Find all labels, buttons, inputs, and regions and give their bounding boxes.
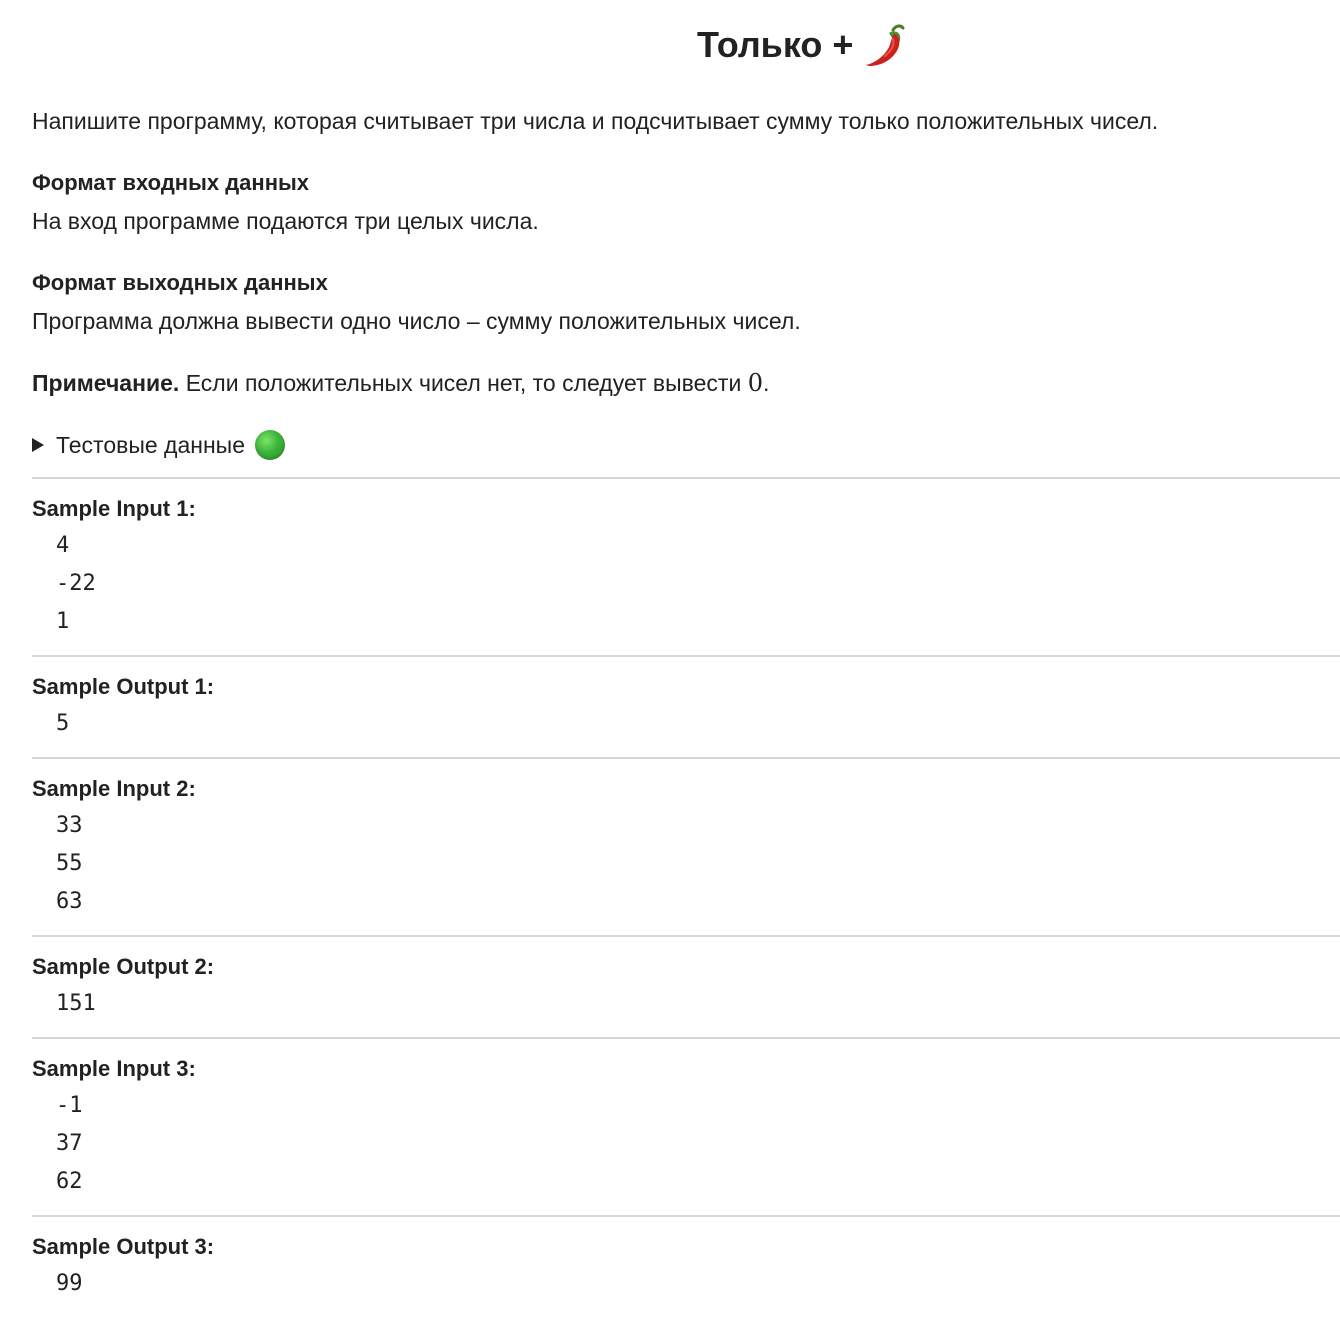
- sample-input-line: 63: [56, 889, 83, 914]
- problem-description: Напишите программу, которая считывает тр…: [32, 108, 1159, 134]
- sample-output-label: Sample Output 3:: [32, 1234, 215, 1259]
- sample-input-line: -1: [56, 1093, 83, 1118]
- sample-input-line: 4: [56, 533, 70, 558]
- green-circle-icon: [255, 430, 285, 460]
- sample-output-line: 99: [56, 1271, 83, 1296]
- divider: [32, 1037, 1340, 1039]
- divider: [32, 1215, 1340, 1217]
- note-math: 0: [747, 369, 763, 397]
- sample-input-line: 1: [56, 609, 70, 634]
- divider: [32, 757, 1340, 759]
- note-label: Примечание.: [32, 370, 180, 396]
- test-data-toggle[interactable]: Тестовые данные: [32, 428, 285, 462]
- sample-input-label: Sample Input 2:: [32, 776, 196, 801]
- sample-input-line: 37: [56, 1131, 83, 1156]
- divider: [32, 477, 1340, 479]
- sample-output-line: 151: [56, 991, 96, 1016]
- chili-pepper-icon: [866, 24, 905, 66]
- divider: [32, 935, 1340, 937]
- disclosure-triangle-icon[interactable]: [32, 438, 44, 452]
- sample-input-line: -22: [56, 571, 96, 596]
- note-text: Если положительных чисел нет, то следует…: [179, 370, 748, 396]
- sample-output-line: 5: [56, 711, 70, 736]
- note-end: .: [762, 370, 770, 396]
- output-format-heading: Формат выходных данных: [32, 270, 328, 295]
- problem-page: Только + Напишите программу, которая счи…: [0, 0, 1340, 1320]
- sample-input-line: 33: [56, 813, 83, 838]
- note-paragraph: Примечание. Если положительных чисел нет…: [32, 368, 769, 398]
- sample-input-line: 62: [56, 1169, 83, 1194]
- sample-output-label: Sample Output 1:: [32, 674, 215, 699]
- divider: [32, 655, 1340, 657]
- input-format-heading: Формат входных данных: [32, 170, 310, 195]
- input-format-text: На вход программе подаются три целых чис…: [32, 208, 539, 234]
- test-data-label[interactable]: Тестовые данные: [56, 432, 245, 459]
- sample-input-line: 55: [56, 851, 83, 876]
- sample-input-label: Sample Input 1:: [32, 496, 196, 521]
- title-text: Только +: [697, 24, 854, 65]
- page-title: Только +: [697, 20, 907, 70]
- sample-input-label: Sample Input 3:: [32, 1056, 196, 1081]
- output-format-text: Программа должна вывести одно число – су…: [32, 308, 801, 334]
- sample-output-label: Sample Output 2:: [32, 954, 215, 979]
